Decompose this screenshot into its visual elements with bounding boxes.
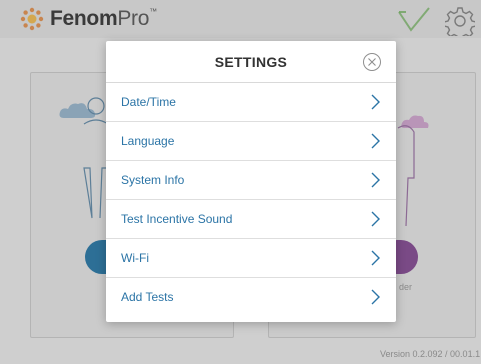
settings-item-date-time[interactable]: Date/Time [106, 83, 396, 122]
settings-item-label: System Info [121, 173, 185, 187]
settings-menu: Date/Time Language System Info Test Ince… [106, 83, 396, 316]
version-text: Version 0.2.092 / 00.01.1 [380, 349, 481, 359]
person-figure-right [397, 125, 415, 227]
settings-item-wifi[interactable]: Wi-Fi [106, 239, 396, 278]
chevron-right-icon [371, 250, 380, 266]
app-logo: FenomPro™ [20, 7, 157, 31]
settings-item-test-incentive-sound[interactable]: Test Incentive Sound [106, 200, 396, 239]
card-label: der [399, 282, 413, 292]
close-icon[interactable] [362, 52, 382, 72]
checkmark-icon[interactable] [396, 6, 432, 34]
settings-item-label: Language [121, 134, 175, 148]
sun-logo-icon [20, 7, 44, 31]
logo-text: FenomPro™ [50, 7, 157, 30]
settings-item-label: Test Incentive Sound [121, 212, 233, 226]
settings-item-label: Wi-Fi [121, 251, 149, 265]
gear-icon[interactable] [445, 6, 475, 36]
settings-header: SETTINGS [106, 41, 396, 83]
top-bar: FenomPro™ [0, 0, 481, 38]
settings-modal: SETTINGS Date/Time Language System Info … [106, 41, 396, 322]
settings-item-system-info[interactable]: System Info [106, 161, 396, 200]
settings-item-label: Date/Time [121, 95, 176, 109]
settings-item-label: Add Tests [121, 290, 174, 304]
chevron-right-icon [371, 94, 380, 110]
settings-title: SETTINGS [214, 54, 288, 70]
chevron-right-icon [371, 133, 380, 149]
chevron-right-icon [371, 289, 380, 305]
chevron-right-icon [371, 172, 380, 188]
settings-item-language[interactable]: Language [106, 122, 396, 161]
chevron-right-icon [371, 211, 380, 227]
settings-item-add-tests[interactable]: Add Tests [106, 278, 396, 316]
